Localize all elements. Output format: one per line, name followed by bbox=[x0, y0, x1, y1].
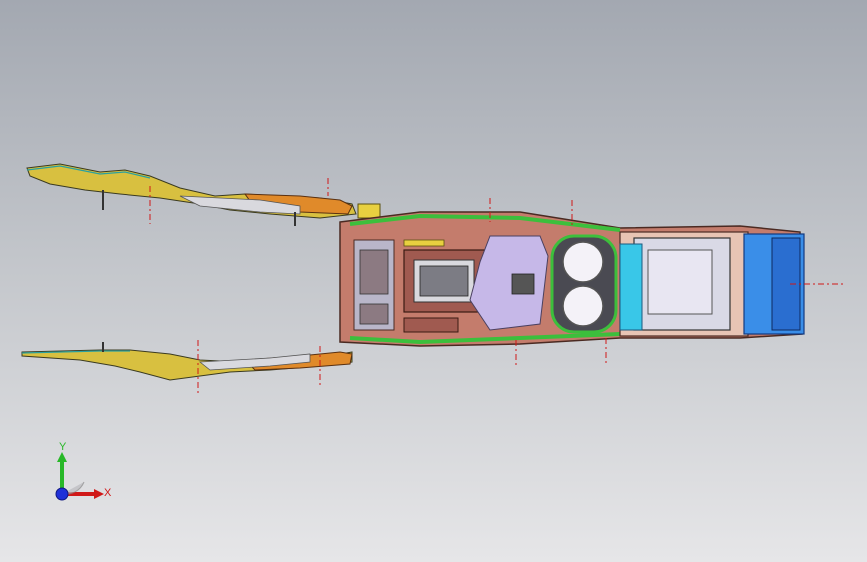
graphics-viewport[interactable]: Y X bbox=[0, 0, 867, 562]
console-body bbox=[339, 211, 805, 347]
lower-arm-assembly bbox=[21, 342, 353, 381]
x-axis-label: X bbox=[104, 487, 112, 499]
y-axis-label: Y bbox=[59, 441, 67, 453]
center-console-model[interactable] bbox=[0, 0, 867, 562]
upper-arm-assembly bbox=[26, 163, 381, 226]
orientation-triad[interactable]: Y X bbox=[40, 436, 120, 516]
triad-axes bbox=[55, 452, 104, 501]
